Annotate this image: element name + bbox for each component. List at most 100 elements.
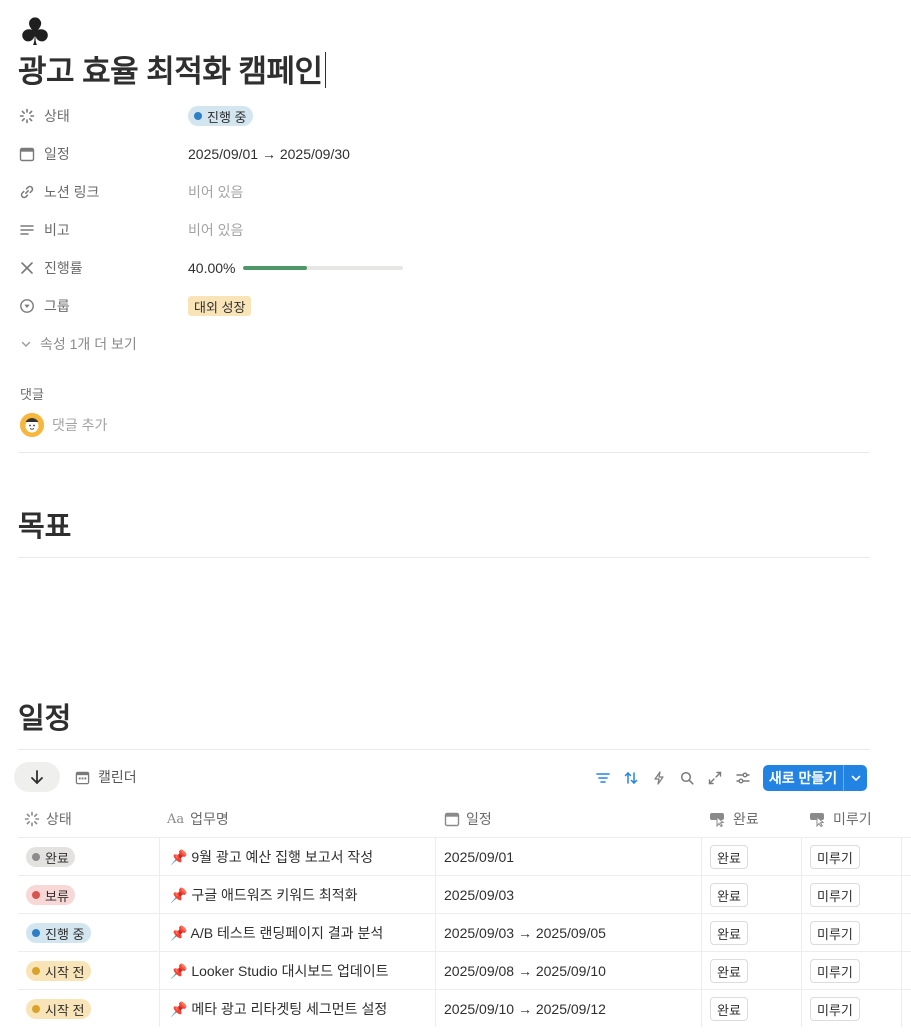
- status-dot: [32, 967, 40, 975]
- status-dot: [32, 1005, 40, 1013]
- column-header-postpone[interactable]: 미루기: [809, 805, 872, 833]
- column-header-date[interactable]: 일정: [444, 805, 492, 833]
- view-tab-calendar[interactable]: 캘린더: [75, 766, 137, 788]
- date-cell[interactable]: 2025/09/01: [444, 838, 514, 876]
- status-badge[interactable]: 완료: [26, 847, 75, 867]
- status-dot: [32, 891, 40, 899]
- filter-button[interactable]: [590, 765, 616, 791]
- status-badge[interactable]: 진행 중: [26, 923, 91, 943]
- table-row[interactable]: 완료 📌 9월 광고 예산 집행 보고서 작성 2025/09/01 완료 미루기: [18, 837, 911, 876]
- table-row[interactable]: 보류 📌 구글 애드워즈 키워드 최적화 2025/09/03 완료 미루기: [18, 875, 911, 914]
- task-title-cell[interactable]: 📌 9월 광고 예산 집행 보고서 작성: [170, 838, 373, 876]
- add-comment-input[interactable]: 댓글 추가: [52, 415, 107, 435]
- heading-divider: [18, 557, 870, 558]
- page-title[interactable]: 광고 효율 최적화 캠페인: [18, 50, 326, 94]
- postpone-button[interactable]: 미루기: [810, 883, 860, 907]
- status-cell[interactable]: 시작 전: [26, 952, 91, 990]
- column-header-label: 업무명: [190, 811, 229, 827]
- sort-button[interactable]: [618, 765, 644, 791]
- date-cell[interactable]: 2025/09/03: [444, 876, 514, 914]
- date-cell[interactable]: 2025/09/10 → 2025/09/12: [444, 990, 606, 1028]
- status-cell[interactable]: 완료: [26, 838, 75, 876]
- done-button[interactable]: 완료: [710, 997, 748, 1021]
- table-row[interactable]: 시작 전 📌 Looker Studio 대시보드 업데이트 2025/09/08 …: [18, 951, 911, 990]
- done-cell: 완료: [710, 914, 748, 952]
- done-cell: 완료: [710, 990, 748, 1028]
- page-icon[interactable]: ♣: [18, 10, 52, 54]
- property-group[interactable]: 그룹 대외 성장: [18, 290, 878, 322]
- date-cell[interactable]: 2025/09/03 → 2025/09/05: [444, 914, 606, 952]
- status-badge-text: 시작 전: [45, 1002, 85, 1018]
- sliders-icon: [736, 772, 750, 784]
- property-progress[interactable]: 진행률 40.00%: [18, 252, 878, 284]
- text-lines-icon: [18, 221, 36, 239]
- property-note-label: 비고: [44, 222, 70, 238]
- calendar-view-icon: [75, 770, 90, 785]
- status-cell[interactable]: 시작 전: [26, 990, 91, 1028]
- property-notion-link-value[interactable]: 비어 있음: [188, 182, 243, 202]
- postpone-cell: 미루기: [810, 838, 860, 876]
- postpone-button[interactable]: 미루기: [810, 997, 860, 1021]
- status-badge[interactable]: 시작 전: [26, 999, 91, 1019]
- postpone-button[interactable]: 미루기: [810, 845, 860, 869]
- status-dot: [32, 929, 40, 937]
- column-header-label: 완료: [733, 811, 759, 827]
- status-badge-text: 보류: [45, 888, 69, 904]
- text-caret: [324, 52, 326, 88]
- done-button[interactable]: 완료: [710, 883, 748, 907]
- postpone-cell: 미루기: [810, 952, 860, 990]
- table-row[interactable]: 시작 전 📌 메타 광고 리타겟팅 세그먼트 설정 2025/09/10 → 202…: [18, 989, 911, 1028]
- status-dot: [194, 112, 202, 120]
- expand-button[interactable]: [702, 765, 728, 791]
- status-cell[interactable]: 진행 중: [26, 914, 91, 952]
- column-divider: [159, 837, 160, 1027]
- search-button[interactable]: [674, 765, 700, 791]
- postpone-cell: 미루기: [810, 876, 860, 914]
- new-page-label: 새로 만들기: [768, 770, 838, 786]
- task-title-cell[interactable]: 📌 메타 광고 리타겟팅 세그먼트 설정: [170, 990, 387, 1028]
- task-title-cell[interactable]: 📌 Looker Studio 대시보드 업데이트: [170, 952, 389, 990]
- property-note-value[interactable]: 비어 있음: [188, 220, 243, 240]
- group-tag[interactable]: 대외 성장: [188, 296, 252, 316]
- done-button[interactable]: 완료: [710, 921, 748, 945]
- postpone-button[interactable]: 미루기: [810, 959, 860, 983]
- status-badge[interactable]: 보류: [26, 885, 75, 905]
- filter-icon: [596, 773, 610, 783]
- progress-percent: 40.00%: [188, 260, 236, 276]
- comments-heading: 댓글: [20, 387, 44, 402]
- property-schedule-label: 일정: [44, 146, 70, 162]
- calendar-icon: [18, 145, 36, 163]
- property-note[interactable]: 비고 비어 있음: [18, 214, 878, 246]
- postpone-button[interactable]: 미루기: [810, 921, 860, 945]
- property-status[interactable]: 상태 진행 중: [18, 100, 878, 132]
- done-button[interactable]: 완료: [710, 845, 748, 869]
- column-header-status[interactable]: 상태: [24, 805, 72, 833]
- new-page-button[interactable]: 새로 만들기: [763, 765, 867, 791]
- add-comment[interactable]: 댓글 추가: [20, 413, 107, 437]
- property-schedule-value[interactable]: 2025/09/01 → 2025/09/30: [188, 146, 350, 162]
- property-schedule[interactable]: 일정 2025/09/01 → 2025/09/30: [18, 138, 878, 170]
- task-title-cell[interactable]: 📌 A/B 테스트 랜딩페이지 결과 분석: [170, 914, 383, 952]
- date-cell[interactable]: 2025/09/08 → 2025/09/10: [444, 952, 606, 990]
- automation-button[interactable]: [646, 765, 672, 791]
- column-header-task[interactable]: Aa 업무명: [167, 805, 229, 833]
- status-cell[interactable]: 보류: [26, 876, 75, 914]
- property-notion-link[interactable]: 노션 링크 비어 있음: [18, 176, 878, 208]
- column-header-done[interactable]: 완료: [709, 805, 759, 833]
- heading-goal[interactable]: 목표: [18, 503, 71, 545]
- heading-schedule[interactable]: 일정: [18, 695, 71, 737]
- settings-button[interactable]: [730, 765, 756, 791]
- status-badge[interactable]: 시작 전: [26, 961, 91, 981]
- new-page-dropdown-button[interactable]: [844, 772, 867, 784]
- status-dot: [32, 853, 40, 861]
- lightning-icon: [654, 771, 664, 785]
- done-button[interactable]: 완료: [710, 959, 748, 983]
- collapse-toggle-button[interactable]: [14, 762, 60, 792]
- column-divider: [435, 837, 436, 1027]
- property-group-label: 그룹: [44, 298, 70, 314]
- table-row[interactable]: 진행 중 📌 A/B 테스트 랜딩페이지 결과 분석 2025/09/03 → 20…: [18, 913, 911, 952]
- title-text-icon: Aa: [167, 811, 185, 827]
- task-title-cell[interactable]: 📌 구글 애드워즈 키워드 최적화: [170, 876, 358, 914]
- show-more-properties-button[interactable]: 속성 1개 더 보기: [20, 334, 137, 354]
- status-badge[interactable]: 진행 중: [188, 106, 253, 126]
